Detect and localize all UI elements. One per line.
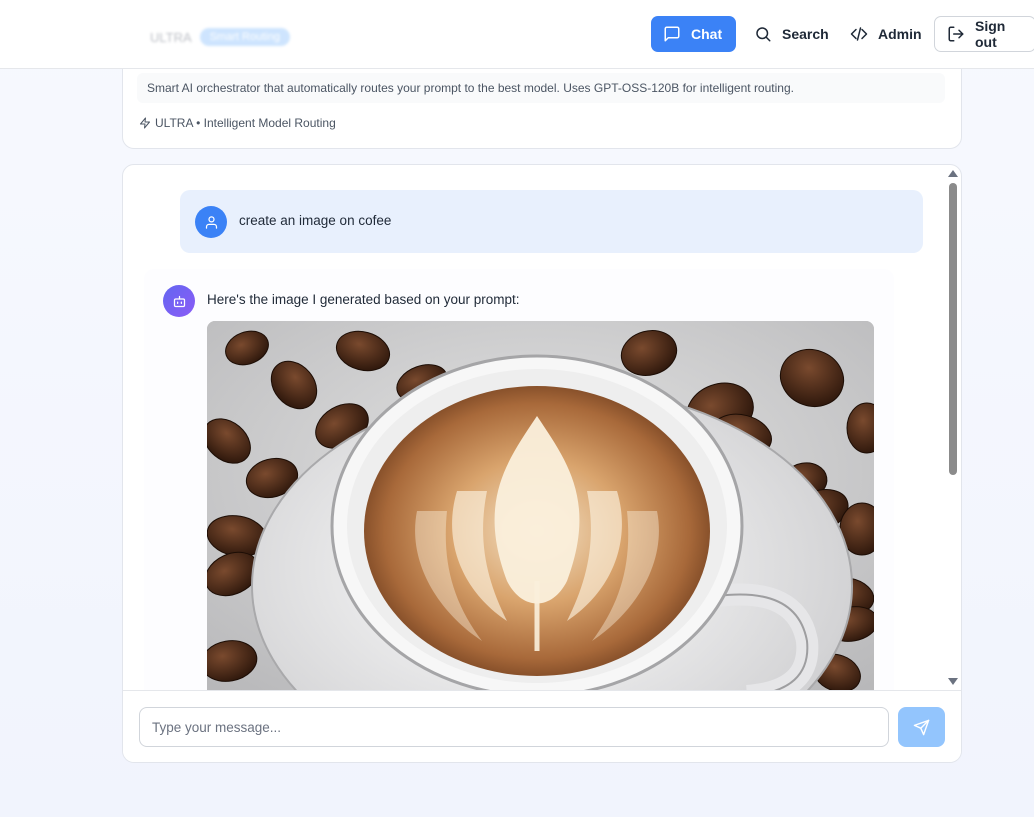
top-nav-bar: ULTRA Smart Routing Chat Search Admin Si…	[0, 0, 1034, 69]
assistant-message: Here's the image I generated based on yo…	[144, 269, 894, 690]
message-square-icon	[664, 26, 680, 42]
scroll-thumb[interactable]	[949, 183, 957, 475]
user-avatar	[195, 206, 227, 238]
model-meta: ULTRA • Intelligent Model Routing	[139, 116, 336, 130]
sign-out-button[interactable]: Sign out	[934, 16, 1034, 52]
code-icon	[850, 27, 868, 41]
nav-search-label: Search	[782, 26, 829, 42]
send-icon	[913, 719, 930, 735]
chat-panel: create an image on cofee Here's the imag…	[122, 164, 962, 763]
zap-icon	[140, 117, 150, 129]
nav-admin-label: Admin	[878, 26, 922, 42]
nav-chat-button[interactable]: Chat	[651, 16, 736, 52]
scroll-down-arrow[interactable]	[948, 678, 958, 685]
message-composer	[123, 690, 961, 762]
generated-coffee-image[interactable]	[207, 321, 874, 690]
faded-model-badge: Smart Routing	[199, 28, 290, 46]
scroll-up-arrow[interactable]	[948, 170, 958, 177]
send-button[interactable]	[898, 707, 945, 747]
nav-admin-button[interactable]: Admin	[838, 16, 928, 52]
bot-icon	[173, 295, 185, 307]
message-list[interactable]: create an image on cofee Here's the imag…	[123, 165, 961, 690]
model-description: Smart AI orchestrator that automatically…	[137, 73, 945, 103]
user-message: create an image on cofee	[180, 190, 923, 253]
assistant-message-text: Here's the image I generated based on yo…	[207, 292, 520, 307]
nav-menu: Chat Search Admin Sign out	[651, 16, 1034, 52]
nav-search-button[interactable]: Search	[742, 16, 832, 52]
message-scrollbar[interactable]	[945, 165, 961, 690]
faded-model-header: ULTRA Smart Routing	[150, 28, 290, 46]
bot-avatar	[163, 285, 195, 317]
log-out-icon	[948, 26, 964, 42]
sign-out-label: Sign out	[975, 18, 1006, 50]
user-message-text: create an image on cofee	[239, 213, 392, 228]
model-meta-text: ULTRA • Intelligent Model Routing	[155, 116, 336, 130]
user-icon	[205, 215, 217, 229]
nav-chat-label: Chat	[691, 26, 723, 42]
search-icon	[756, 27, 771, 42]
faded-model-label: ULTRA	[150, 29, 192, 45]
message-input[interactable]	[139, 707, 889, 747]
